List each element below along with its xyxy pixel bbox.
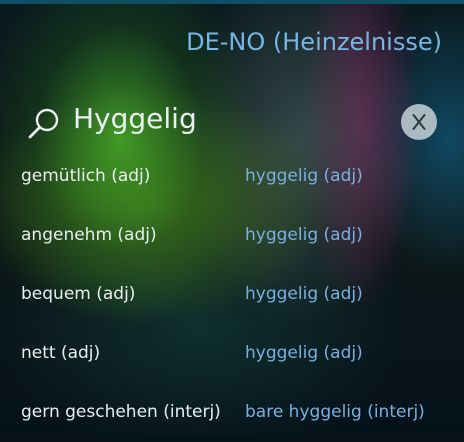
result-target: hyggelig (adj) [245, 284, 363, 304]
dictionary-title: DE-NO (Heinzelnisse) [186, 28, 442, 56]
result-row[interactable]: gern geschehen (interj) bare hyggelig (i… [0, 402, 464, 442]
result-row[interactable]: nett (adj) hyggelig (adj) [0, 343, 464, 383]
result-target: hyggelig (adj) [245, 225, 363, 245]
result-row[interactable]: bequem (adj) hyggelig (adj) [0, 284, 464, 324]
result-target: hyggelig (adj) [245, 343, 363, 363]
result-source: gemütlich (adj) [21, 166, 151, 186]
close-icon [412, 114, 426, 130]
clear-search-button[interactable] [401, 104, 437, 140]
result-source: angenehm (adj) [21, 225, 157, 245]
result-target: hyggelig (adj) [245, 166, 363, 186]
search-icon [28, 108, 59, 139]
result-target: bare hyggelig (interj) [245, 402, 425, 422]
result-source: bequem (adj) [21, 284, 136, 304]
search-input[interactable]: Hyggelig [73, 102, 197, 135]
top-edge-bar [0, 0, 464, 4]
result-source: nett (adj) [21, 343, 101, 363]
result-row[interactable]: gemütlich (adj) hyggelig (adj) [0, 166, 464, 206]
result-row[interactable]: angenehm (adj) hyggelig (adj) [0, 225, 464, 265]
result-source: gern geschehen (interj) [21, 402, 221, 422]
